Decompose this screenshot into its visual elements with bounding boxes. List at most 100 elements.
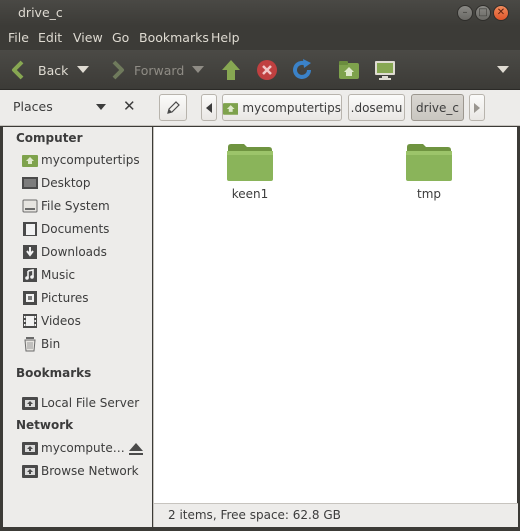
window-title: drive_c xyxy=(18,5,63,20)
sidebar-item-label: Music xyxy=(41,268,76,282)
close-icon: ✕ xyxy=(496,7,506,18)
sidebar-heading-bookmarks: Bookmarks xyxy=(16,366,92,380)
sidebar-item-file-system[interactable]: File System xyxy=(22,196,110,216)
chevron-down-icon xyxy=(77,66,89,73)
close-sidebar-icon[interactable]: ✕ xyxy=(123,97,136,115)
location-bar: Places ✕ mycomputertips .dosemu drive_c xyxy=(0,90,520,126)
window-frame-bottom xyxy=(0,527,520,531)
music-icon xyxy=(22,267,38,283)
home-button[interactable] xyxy=(338,58,360,82)
reload-icon xyxy=(293,59,311,79)
title-bar[interactable]: drive_c – □ ✕ xyxy=(0,0,520,26)
sidebar-item-mycompute-share[interactable]: mycompute… xyxy=(22,438,125,458)
breadcrumb-label: .dosemu xyxy=(350,100,403,115)
sidebar-item-downloads[interactable]: Downloads xyxy=(22,242,107,262)
eject-icon[interactable] xyxy=(128,442,144,459)
computer-button[interactable] xyxy=(374,58,396,82)
file-item-keen1[interactable]: keen1 xyxy=(210,141,290,201)
sidebar-item-music[interactable]: Music xyxy=(22,265,75,285)
chevron-down-icon[interactable] xyxy=(96,104,106,110)
breadcrumb-scroll-right[interactable] xyxy=(469,94,485,121)
breadcrumb-scroll-left[interactable] xyxy=(201,94,217,121)
chevron-down-icon xyxy=(497,66,509,73)
sidebar-item-label: Documents xyxy=(41,222,110,236)
sidebar-item-documents[interactable]: Documents xyxy=(22,219,109,239)
drive-icon xyxy=(22,198,38,214)
places-sidebar: Computer mycomputertips Desktop File Sys… xyxy=(3,127,152,527)
close-button[interactable]: ✕ xyxy=(493,5,509,21)
network-folder-icon xyxy=(22,395,38,411)
pencil-icon xyxy=(167,100,180,114)
sidebar-item-label: Bin xyxy=(41,337,61,351)
sidebar-heading-computer: Computer xyxy=(16,131,83,145)
back-arrow-icon xyxy=(12,60,24,80)
stop-button[interactable] xyxy=(256,58,278,82)
sidebar-item-label: mycomputertips xyxy=(41,153,140,167)
sidebar-item-label: Browse Network xyxy=(41,464,139,478)
minimize-button[interactable]: – xyxy=(457,5,473,21)
folder-icon xyxy=(227,144,273,181)
breadcrumb-label: drive_c xyxy=(416,100,459,115)
breadcrumb-mycomputertips[interactable]: mycomputertips xyxy=(222,94,342,121)
file-name: tmp xyxy=(416,187,441,201)
menu-help[interactable]: Help xyxy=(211,30,240,45)
videos-icon xyxy=(22,313,38,329)
sidebar-item-desktop[interactable]: Desktop xyxy=(22,173,91,193)
maximize-icon: □ xyxy=(478,7,488,18)
menu-bookmarks[interactable]: Bookmarks xyxy=(139,30,209,45)
home-folder-icon xyxy=(339,61,359,79)
reload-button[interactable] xyxy=(291,58,313,82)
pictures-icon xyxy=(22,290,38,306)
sidebar-item-label: mycompute… xyxy=(41,441,125,455)
home-folder-icon xyxy=(223,102,239,115)
desktop-icon xyxy=(22,175,38,191)
breadcrumb-dosemu[interactable]: .dosemu xyxy=(348,94,405,121)
sidebar-item-label: Desktop xyxy=(41,176,91,190)
menu-view[interactable]: View xyxy=(73,30,103,45)
menu-go[interactable]: Go xyxy=(112,30,129,45)
sidebar-item-bin[interactable]: Bin xyxy=(22,334,60,354)
file-name: keen1 xyxy=(231,187,269,201)
sidebar-item-label: Pictures xyxy=(41,291,89,305)
file-item-tmp[interactable]: tmp xyxy=(389,141,469,201)
computer-icon xyxy=(375,61,395,80)
sidebar-item-local-file-server[interactable]: Local File Server xyxy=(22,393,139,413)
toolbar: Back Forward xyxy=(0,50,520,90)
back-history-dropdown[interactable] xyxy=(77,58,89,82)
maximize-button[interactable]: □ xyxy=(475,5,491,21)
sidebar-heading-network: Network xyxy=(16,418,74,432)
sidebar-item-label: Local File Server xyxy=(41,396,140,410)
network-folder-icon xyxy=(22,463,38,479)
up-button[interactable] xyxy=(220,58,242,82)
status-bar: 2 items, Free space: 62.8 GB xyxy=(154,503,518,527)
sidebar-item-label: File System xyxy=(41,199,110,213)
sidebar-item-mycomputertips[interactable]: mycomputertips xyxy=(22,150,140,170)
back-button[interactable]: Back xyxy=(10,58,68,82)
documents-icon xyxy=(22,221,38,237)
edit-location-button[interactable] xyxy=(159,94,187,121)
status-text: 2 items, Free space: 62.8 GB xyxy=(168,508,341,522)
downloads-icon xyxy=(22,244,38,260)
sidebar-item-videos[interactable]: Videos xyxy=(22,311,81,331)
back-label: Back xyxy=(38,62,69,78)
sidebar-mode-label[interactable]: Places xyxy=(13,99,53,114)
file-view[interactable]: keen1 tmp 2 items, Free space: 62.8 GB xyxy=(153,127,518,527)
network-folder-icon xyxy=(22,440,38,456)
breadcrumb-label: mycomputertips xyxy=(242,100,341,115)
menu-file[interactable]: File xyxy=(8,30,29,45)
sidebar-item-label: Videos xyxy=(41,314,81,328)
trash-icon xyxy=(22,336,38,352)
forward-history-dropdown[interactable] xyxy=(192,58,204,82)
breadcrumb-drive-c[interactable]: drive_c xyxy=(411,94,464,121)
menu-edit[interactable]: Edit xyxy=(38,30,62,45)
minimize-icon: – xyxy=(462,7,468,18)
menu-bar: File Edit View Go Bookmarks Help xyxy=(0,26,520,50)
forward-arrow-icon xyxy=(112,60,124,80)
toolbar-overflow-menu[interactable] xyxy=(497,58,509,82)
sidebar-item-pictures[interactable]: Pictures xyxy=(22,288,89,308)
forward-button[interactable]: Forward xyxy=(110,58,184,82)
sidebar-item-browse-network[interactable]: Browse Network xyxy=(22,461,139,481)
chevron-down-icon xyxy=(192,66,204,73)
up-arrow-icon xyxy=(222,60,240,80)
folder-icon xyxy=(406,144,452,181)
